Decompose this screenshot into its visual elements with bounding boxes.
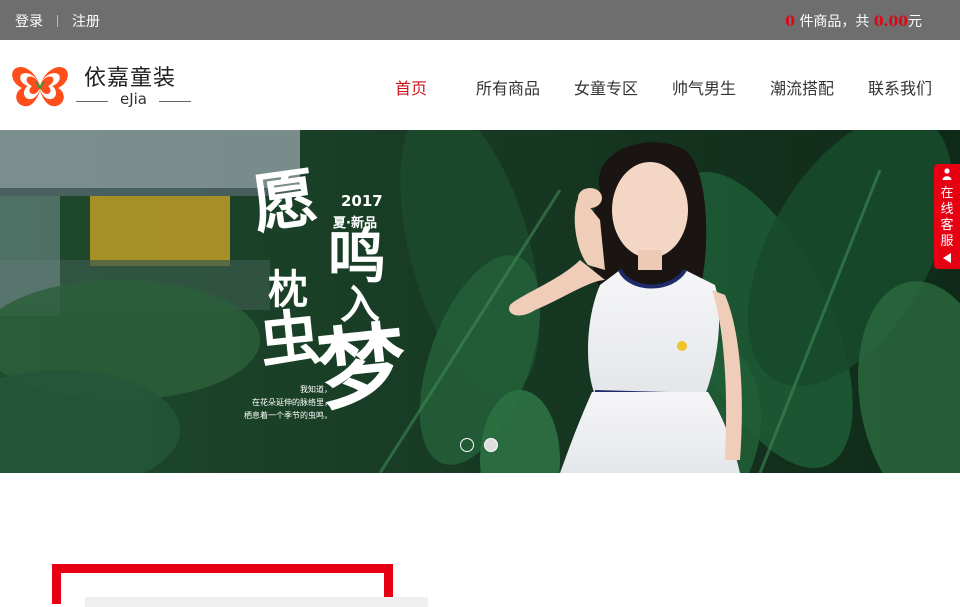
calligraphy-char: 愿 xyxy=(248,159,322,244)
banner-image xyxy=(0,130,960,473)
tagline-line: 在花朵延伸的脉络里， xyxy=(252,398,332,407)
service-label-char: 线 xyxy=(940,202,954,217)
tagline-line: 栖息着一个季节的虫鸣， xyxy=(244,411,332,420)
online-service-tab[interactable]: 在 线 客 服 xyxy=(934,164,960,269)
nav-girls[interactable]: 女童专区 xyxy=(574,75,638,99)
site-logo[interactable]: 依嘉童装 eJia xyxy=(10,62,195,112)
nav-all-products[interactable]: 所有商品 xyxy=(476,75,540,99)
nav-trends[interactable]: 潮流搭配 xyxy=(770,75,834,99)
cart-summary[interactable]: 0 件商品，共 0.00元 xyxy=(785,11,922,31)
cart-currency: 元 xyxy=(908,14,922,30)
calligraphy-char: 虫 xyxy=(256,302,324,378)
collapse-arrow-icon[interactable] xyxy=(943,253,951,263)
cart-total: 0.00 xyxy=(873,14,908,30)
carousel-dot[interactable] xyxy=(460,438,474,452)
product-card[interactable] xyxy=(52,564,428,607)
banner-season: 夏·新品 xyxy=(333,216,377,231)
carousel-dots xyxy=(460,438,498,452)
login-link[interactable]: 登录 xyxy=(15,11,43,31)
top-bar: 登录 注册 0 件商品，共 0.00元 xyxy=(0,0,960,40)
cart-count: 0 xyxy=(785,14,795,30)
butterfly-logo-icon xyxy=(12,66,68,107)
service-label-char: 在 xyxy=(940,186,954,201)
logo-subtitle: eJia xyxy=(76,90,191,108)
banner-year: 2017 xyxy=(341,192,383,210)
register-link[interactable]: 注册 xyxy=(72,11,100,31)
divider xyxy=(57,15,58,27)
nav-home[interactable]: 首页 xyxy=(395,75,427,99)
main-nav: 首页 所有商品 女童专区 帅气男生 潮流搭配 联系我们 xyxy=(380,40,960,130)
nav-contact[interactable]: 联系我们 xyxy=(868,75,932,99)
auth-links: 登录 注册 xyxy=(15,11,100,31)
carousel-dot-active[interactable] xyxy=(484,438,498,452)
product-image-placeholder xyxy=(85,597,428,607)
banner-tagline: 我知道， 在花朵延伸的脉络里， 栖息着一个季节的虫鸣， xyxy=(222,383,332,422)
logo-title: 依嘉童装 xyxy=(84,66,177,91)
person-icon xyxy=(942,168,952,180)
tagline-line: 我知道， xyxy=(300,385,332,394)
cart-count-suffix: 件商品，共 xyxy=(799,14,870,30)
site-header: 依嘉童装 eJia 首页 所有商品 女童专区 帅气男生 潮流搭配 联系我们 xyxy=(0,40,960,130)
calligraphy-char: 鸣 xyxy=(328,223,387,291)
service-label-char: 服 xyxy=(940,234,954,249)
nav-boys[interactable]: 帅气男生 xyxy=(672,75,736,99)
hero-banner[interactable]: 愿 枕 虫 鸣 入 梦 2017 夏·新品 我知道， 在花朵延伸的脉络里， 栖息… xyxy=(0,130,960,473)
service-label-char: 客 xyxy=(940,218,954,233)
